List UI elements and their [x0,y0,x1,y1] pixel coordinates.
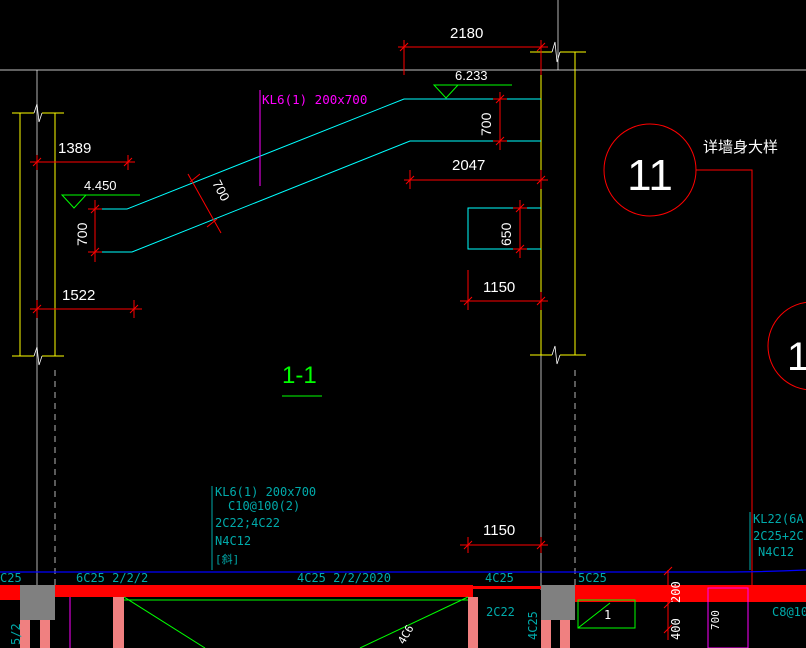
dim-left-offset: 1389 [58,140,91,157]
post [541,620,551,648]
column-left [20,585,55,620]
post [560,620,570,648]
break-mark [33,103,43,123]
elevation-mark-left [60,194,140,209]
cad-drawing-canvas: KL6(1) 200x700 4.450 6.233 2180 1389 700… [0,0,806,648]
slab-band-main [55,585,473,597]
beam-note-line-5: [斜] [215,553,239,566]
rebar-label: C8@10 [772,605,806,619]
beam-note-line-4: N4C12 [215,534,251,548]
column-right [541,585,575,620]
beam-note-line-1: KL6(1) 200x700 [215,485,316,499]
left-wall [12,112,64,357]
beam-note-line-2: C10@100(2) [228,499,300,513]
break-mark [551,345,561,365]
beam-note-line-3: 2C22;4C22 [215,516,280,530]
rebar-label: 700 [709,610,722,630]
slab-band-gap [473,586,541,589]
kl22-note-line-3: N4C12 [758,545,794,559]
break-mark [551,41,561,63]
post [113,597,124,648]
dim-slope-depth: 700 [209,177,232,203]
rebar-label: 5/2 [9,623,23,645]
dim-right-height: 700 [478,112,494,136]
post [40,620,50,648]
beam-label: KL6(1) 200x700 [262,92,367,107]
slab-band-left [0,585,20,600]
post [468,597,478,648]
rebar-label: 4C6 [395,623,416,647]
rebar-label: 6C25 2/2/2 [76,571,148,585]
sloped-beam-outline [95,98,541,253]
dim-left-height: 700 [74,222,90,246]
break-mark [33,346,43,366]
dimension-lines [30,40,548,553]
dim-right-offset: 2047 [452,157,485,174]
rebar-label: 2C22 [486,605,515,619]
rebar-label: C25 [0,571,22,585]
dim-lower-span: 1150 [483,522,515,539]
rebar-label: 200 [669,581,683,603]
rebar-label: 1 [604,608,611,622]
dim-top-span: 2180 [450,25,483,42]
kl22-note-line-2: 2C25+2C [753,529,804,543]
dim-notch-width: 1150 [483,279,515,296]
kl22-note-line-1: KL22(6A [753,512,804,526]
elevation-right-text: 6.233 [455,68,488,83]
section-label: 1-1 [282,362,317,389]
rebar-label: 4C25 [526,611,540,640]
detail-callout-label: 详墙身大样 [703,139,778,156]
detail-callout-number: 11 [627,151,673,200]
partial-callout-number: 10 [787,335,806,379]
slab-band-right [575,585,806,602]
rebar-label: 400 [669,618,683,640]
elevation-left-text: 4.450 [84,178,117,193]
rebar-label: 4C25 2/2/2020 [297,571,391,585]
dim-notch-height: 650 [498,222,514,246]
diagonal-lines [123,596,469,648]
rebar-label: 5C25 [578,571,607,585]
detail-callout-leader [696,169,753,590]
right-wall [530,51,586,356]
dim-left-bottom: 1522 [62,287,95,304]
rebar-label: 4C25 [485,571,514,585]
